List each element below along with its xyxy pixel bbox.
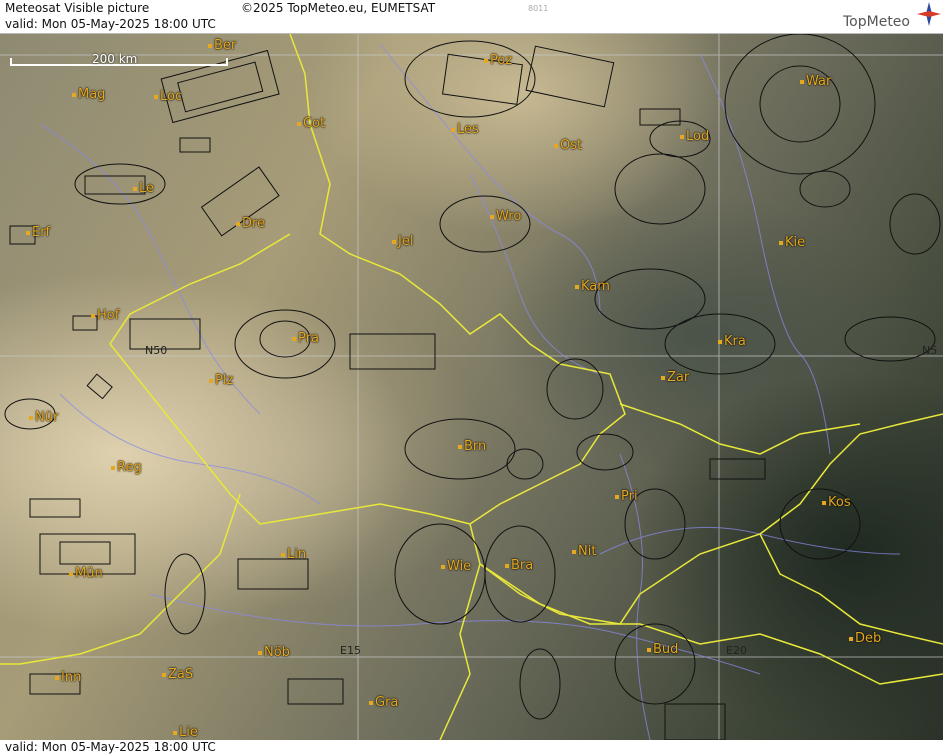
- city-cot[interactable]: Cot: [297, 117, 325, 131]
- city-dot: [392, 239, 396, 244]
- compass-icon: [917, 2, 941, 26]
- city-nit[interactable]: Nit: [572, 545, 596, 559]
- grid-label-n50: N50: [145, 344, 168, 357]
- lat-lon-grid: [0, 34, 943, 740]
- city-pri[interactable]: Pri: [615, 490, 638, 504]
- city-dot: [55, 675, 59, 680]
- city-hof[interactable]: Hof: [91, 309, 119, 323]
- city-dot: [281, 552, 285, 557]
- city-dot: [490, 214, 494, 219]
- city-dot: [575, 284, 579, 289]
- city-nur[interactable]: Nür: [29, 411, 58, 425]
- city-dot: [162, 672, 166, 677]
- city-dot: [209, 378, 213, 383]
- city-kie[interactable]: Kie: [779, 236, 805, 250]
- image-code: 8011: [528, 4, 549, 13]
- city-dot: [208, 43, 212, 48]
- topmeteo-logo[interactable]: TopMeteo: [843, 2, 941, 32]
- city-zar[interactable]: Zar: [661, 371, 689, 385]
- city-gra[interactable]: Gra: [369, 696, 398, 710]
- city-dot: [297, 121, 301, 126]
- logo-text: TopMeteo: [843, 14, 910, 30]
- map-overlay: [0, 34, 943, 740]
- city-kra[interactable]: Kra: [718, 335, 746, 349]
- city-dot: [779, 240, 783, 245]
- city-inn[interactable]: Inn: [55, 671, 81, 685]
- city-poz[interactable]: Poz: [484, 54, 512, 68]
- city-dot: [572, 549, 576, 554]
- city-dot: [849, 636, 853, 641]
- scale-bar: 200 km: [10, 52, 228, 68]
- city-dot: [69, 571, 73, 576]
- valid-time-footer: valid: Mon 05-May-2025 18:00 UTC: [5, 740, 216, 754]
- city-brn[interactable]: Brn: [458, 440, 486, 454]
- city-dot: [484, 58, 488, 63]
- city-erf[interactable]: Erf: [26, 226, 50, 240]
- city-dot: [505, 563, 509, 568]
- city-lod[interactable]: Lod: [680, 130, 709, 144]
- city-dot: [72, 92, 76, 97]
- grid-label-n50-right: N5: [922, 344, 938, 357]
- city-dot: [91, 313, 95, 318]
- city-dre[interactable]: Dre: [236, 217, 265, 231]
- city-wie[interactable]: Wie: [441, 560, 471, 574]
- city-dot: [661, 375, 665, 380]
- city-dot: [451, 127, 455, 132]
- city-les[interactable]: Les: [451, 123, 479, 137]
- footer-bar: valid: Mon 05-May-2025 18:00 UTC: [0, 740, 943, 754]
- city-dot: [615, 494, 619, 499]
- valid-time: valid: Mon 05-May-2025 18:00 UTC: [5, 17, 216, 31]
- city-loc[interactable]: Loc: [154, 90, 182, 104]
- city-wro[interactable]: Wro: [490, 210, 521, 224]
- country-borders: [0, 34, 943, 740]
- city-dot: [680, 134, 684, 139]
- copyright: ©2025 TopMeteo.eu, EUMETSAT: [241, 1, 436, 15]
- city-kos[interactable]: Kos: [822, 496, 851, 510]
- city-nob[interactable]: Nöb: [258, 646, 290, 660]
- city-dot: [133, 186, 137, 191]
- map-title: Meteosat Visible picture: [5, 1, 150, 15]
- city-dot: [554, 143, 558, 148]
- grid-label-e20: E20: [726, 644, 747, 657]
- city-dot: [458, 444, 462, 449]
- header-bar: Meteosat Visible picture ©2025 TopMeteo.…: [0, 0, 943, 34]
- scale-label: 200 km: [92, 52, 138, 66]
- city-lie[interactable]: Lie: [173, 726, 198, 740]
- city-dot: [173, 730, 177, 735]
- city-mag[interactable]: Mag: [72, 88, 105, 102]
- satellite-map[interactable]: 200 km N50 N5 E15 E20 Ber Mag Loc Cot Po…: [0, 34, 943, 740]
- city-dot: [26, 230, 30, 235]
- city-bra[interactable]: Bra: [505, 559, 533, 573]
- city-dot: [236, 221, 240, 226]
- city-jel[interactable]: Jel: [392, 235, 413, 249]
- city-dot: [800, 79, 804, 84]
- city-dot: [292, 336, 296, 341]
- city-dot: [822, 500, 826, 505]
- city-dot: [154, 94, 158, 99]
- city-ost[interactable]: Ost: [554, 139, 582, 153]
- city-ber[interactable]: Ber: [208, 39, 236, 53]
- city-war[interactable]: War: [800, 75, 831, 89]
- city-pra[interactable]: Pra: [292, 332, 319, 346]
- city-zas[interactable]: ZaS: [162, 668, 193, 682]
- city-lin[interactable]: Lin: [281, 548, 306, 562]
- city-dot: [29, 415, 33, 420]
- city-dot: [441, 564, 445, 569]
- city-dot: [369, 700, 373, 705]
- city-dot: [111, 465, 115, 470]
- city-bud[interactable]: Bud: [647, 643, 678, 657]
- city-dot: [647, 647, 651, 652]
- city-kam[interactable]: Kam: [575, 280, 610, 294]
- rivers: [39, 43, 901, 740]
- grid-label-e15: E15: [340, 644, 361, 657]
- city-le[interactable]: Le: [133, 182, 154, 196]
- scale-tick-left: [10, 58, 12, 66]
- city-dot: [258, 650, 262, 655]
- city-mun[interactable]: Mün: [69, 567, 103, 581]
- scale-tick-right: [226, 58, 228, 66]
- city-reg[interactable]: Reg: [111, 461, 142, 475]
- city-deb[interactable]: Deb: [849, 632, 881, 646]
- city-dot: [718, 339, 722, 344]
- city-plz[interactable]: Plz: [209, 374, 233, 388]
